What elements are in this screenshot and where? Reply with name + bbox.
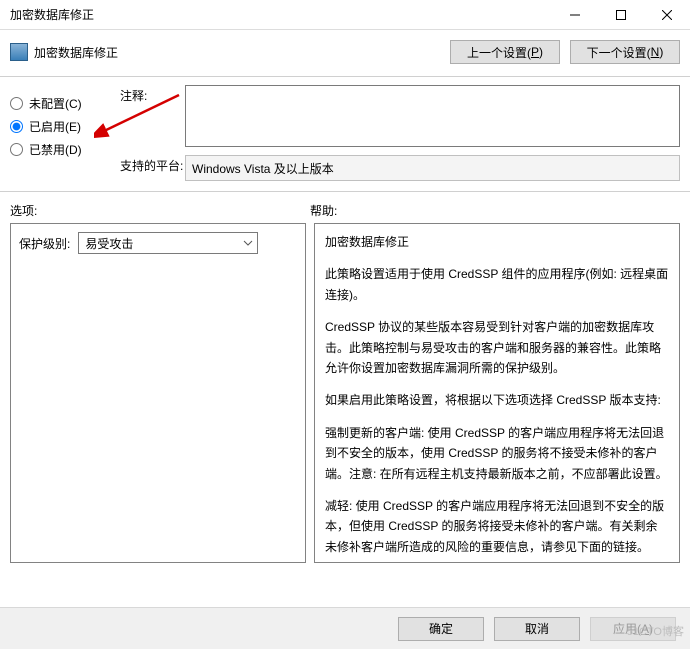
radio-label: 已启用(E)	[29, 118, 81, 135]
help-label: 帮助:	[310, 202, 680, 219]
help-text: 此策略设置适用于使用 CredSSP 组件的应用程序(例如: 远程桌面连接)。	[325, 264, 669, 305]
title-bar: 加密数据库修正	[0, 0, 690, 30]
ok-button[interactable]: 确定	[398, 617, 484, 641]
close-button[interactable]	[644, 0, 690, 30]
radio-disabled[interactable]: 已禁用(D)	[10, 141, 120, 158]
header: 加密数据库修正 上一个设置(P) 下一个设置(N)	[0, 30, 690, 70]
options-panel: 保护级别: 易受攻击	[10, 223, 306, 563]
help-text: 强制更新的客户端: 使用 CredSSP 的客户端应用程序将无法回退到不安全的版…	[325, 423, 669, 484]
protection-level-select[interactable]: 易受攻击	[78, 232, 258, 254]
comment-label: 注释:	[120, 85, 185, 147]
window-title: 加密数据库修正	[0, 6, 552, 23]
radio-not-configured[interactable]: 未配置(C)	[10, 95, 120, 112]
radio-label: 未配置(C)	[29, 95, 82, 112]
dialog-footer: 确定 取消 应用(A)	[0, 607, 690, 649]
radio-label: 已禁用(D)	[29, 141, 82, 158]
help-text: 加密数据库修正	[325, 232, 669, 252]
help-text: CredSSP 协议的某些版本容易受到针对客户端的加密数据库攻击。此策略控制与易…	[325, 317, 669, 378]
watermark: 51CTO博客	[627, 623, 684, 639]
select-value: 易受攻击	[85, 235, 133, 252]
options-label: 选项:	[10, 202, 310, 219]
state-radio-group: 未配置(C) 已启用(E) 已禁用(D)	[10, 85, 120, 181]
platform-label: 支持的平台:	[120, 155, 185, 181]
help-text: 如果启用此策略设置，将根据以下选项选择 CredSSP 版本支持:	[325, 390, 669, 410]
protection-level-label: 保护级别:	[19, 235, 70, 252]
chevron-down-icon	[243, 237, 253, 251]
help-text: 减轻: 使用 CredSSP 的客户端应用程序将无法回退到不安全的版本，但使用 …	[325, 496, 669, 557]
supported-platform: Windows Vista 及以上版本	[185, 155, 680, 181]
previous-setting-button[interactable]: 上一个设置(P)	[450, 40, 560, 64]
policy-icon	[10, 43, 28, 61]
minimize-button[interactable]	[552, 0, 598, 30]
header-title: 加密数据库修正	[34, 44, 450, 61]
next-setting-button[interactable]: 下一个设置(N)	[570, 40, 680, 64]
comment-field[interactable]	[185, 85, 680, 147]
help-panel[interactable]: 加密数据库修正 此策略设置适用于使用 CredSSP 组件的应用程序(例如: 远…	[314, 223, 680, 563]
radio-enabled[interactable]: 已启用(E)	[10, 118, 120, 135]
cancel-button[interactable]: 取消	[494, 617, 580, 641]
maximize-button[interactable]	[598, 0, 644, 30]
